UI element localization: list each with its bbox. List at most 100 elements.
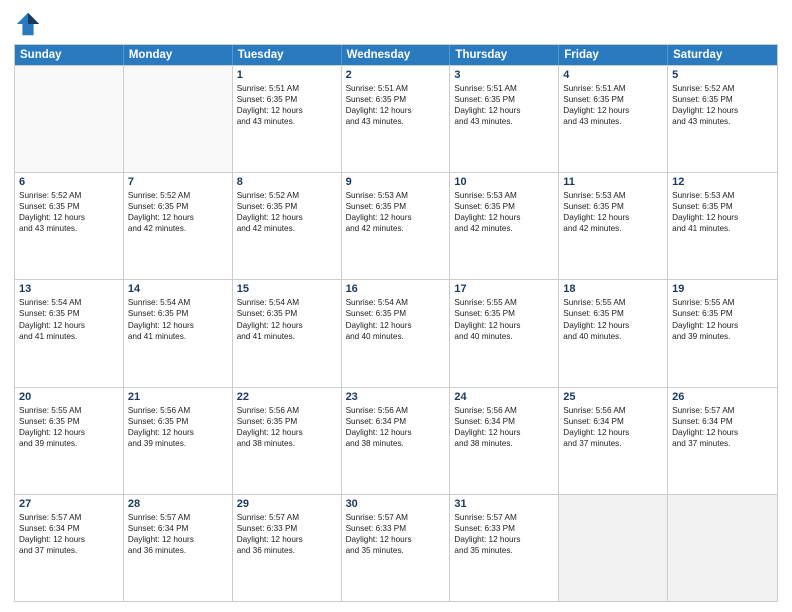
sunset-line: Sunset: 6:35 PM bbox=[563, 94, 663, 105]
cal-cell-day-10: 10Sunrise: 5:53 AMSunset: 6:35 PMDayligh… bbox=[450, 173, 559, 279]
sunrise-line: Sunrise: 5:57 AM bbox=[672, 405, 773, 416]
sunrise-line: Sunrise: 5:54 AM bbox=[346, 297, 446, 308]
sunrise-line: Sunrise: 5:53 AM bbox=[672, 190, 773, 201]
cal-cell-day-21: 21Sunrise: 5:56 AMSunset: 6:35 PMDayligh… bbox=[124, 388, 233, 494]
calendar: SundayMondayTuesdayWednesdayThursdayFrid… bbox=[14, 44, 778, 602]
daylight-line: Daylight: 12 hours bbox=[454, 105, 554, 116]
minutes-line: and 35 minutes. bbox=[454, 545, 554, 556]
day-number: 11 bbox=[563, 176, 663, 188]
sunset-line: Sunset: 6:35 PM bbox=[237, 416, 337, 427]
sunrise-line: Sunrise: 5:55 AM bbox=[672, 297, 773, 308]
cal-cell-day-12: 12Sunrise: 5:53 AMSunset: 6:35 PMDayligh… bbox=[668, 173, 777, 279]
sunrise-line: Sunrise: 5:52 AM bbox=[237, 190, 337, 201]
daylight-line: Daylight: 12 hours bbox=[237, 427, 337, 438]
minutes-line: and 41 minutes. bbox=[672, 223, 773, 234]
cal-cell-day-17: 17Sunrise: 5:55 AMSunset: 6:35 PMDayligh… bbox=[450, 280, 559, 386]
sunset-line: Sunset: 6:35 PM bbox=[563, 308, 663, 319]
day-number: 30 bbox=[346, 498, 446, 510]
minutes-line: and 35 minutes. bbox=[346, 545, 446, 556]
sunrise-line: Sunrise: 5:56 AM bbox=[454, 405, 554, 416]
cal-cell-day-30: 30Sunrise: 5:57 AMSunset: 6:33 PMDayligh… bbox=[342, 495, 451, 601]
day-number: 9 bbox=[346, 176, 446, 188]
day-number: 14 bbox=[128, 283, 228, 295]
minutes-line: and 43 minutes. bbox=[346, 116, 446, 127]
minutes-line: and 38 minutes. bbox=[454, 438, 554, 449]
sunset-line: Sunset: 6:35 PM bbox=[128, 416, 228, 427]
cal-cell-day-18: 18Sunrise: 5:55 AMSunset: 6:35 PMDayligh… bbox=[559, 280, 668, 386]
calendar-header-row: SundayMondayTuesdayWednesdayThursdayFrid… bbox=[15, 45, 777, 65]
sunrise-line: Sunrise: 5:53 AM bbox=[346, 190, 446, 201]
sunset-line: Sunset: 6:35 PM bbox=[19, 308, 119, 319]
minutes-line: and 40 minutes. bbox=[563, 331, 663, 342]
daylight-line: Daylight: 12 hours bbox=[563, 212, 663, 223]
sunset-line: Sunset: 6:35 PM bbox=[672, 308, 773, 319]
sunrise-line: Sunrise: 5:56 AM bbox=[346, 405, 446, 416]
sunrise-line: Sunrise: 5:51 AM bbox=[237, 83, 337, 94]
sunrise-line: Sunrise: 5:51 AM bbox=[563, 83, 663, 94]
cal-cell-empty bbox=[15, 66, 124, 172]
minutes-line: and 41 minutes. bbox=[19, 331, 119, 342]
daylight-line: Daylight: 12 hours bbox=[346, 534, 446, 545]
minutes-line: and 37 minutes. bbox=[672, 438, 773, 449]
day-number: 26 bbox=[672, 391, 773, 403]
cal-header-tuesday: Tuesday bbox=[233, 45, 342, 65]
sunset-line: Sunset: 6:35 PM bbox=[454, 308, 554, 319]
minutes-line: and 42 minutes. bbox=[454, 223, 554, 234]
cal-cell-day-5: 5Sunrise: 5:52 AMSunset: 6:35 PMDaylight… bbox=[668, 66, 777, 172]
sunset-line: Sunset: 6:35 PM bbox=[672, 201, 773, 212]
daylight-line: Daylight: 12 hours bbox=[237, 212, 337, 223]
cal-cell-day-9: 9Sunrise: 5:53 AMSunset: 6:35 PMDaylight… bbox=[342, 173, 451, 279]
cal-week-2: 6Sunrise: 5:52 AMSunset: 6:35 PMDaylight… bbox=[15, 172, 777, 279]
page: SundayMondayTuesdayWednesdayThursdayFrid… bbox=[0, 0, 792, 612]
sunrise-line: Sunrise: 5:56 AM bbox=[237, 405, 337, 416]
minutes-line: and 43 minutes. bbox=[237, 116, 337, 127]
cal-cell-day-4: 4Sunrise: 5:51 AMSunset: 6:35 PMDaylight… bbox=[559, 66, 668, 172]
day-number: 13 bbox=[19, 283, 119, 295]
minutes-line: and 43 minutes. bbox=[672, 116, 773, 127]
cal-cell-day-2: 2Sunrise: 5:51 AMSunset: 6:35 PMDaylight… bbox=[342, 66, 451, 172]
cal-cell-day-26: 26Sunrise: 5:57 AMSunset: 6:34 PMDayligh… bbox=[668, 388, 777, 494]
sunset-line: Sunset: 6:35 PM bbox=[346, 308, 446, 319]
cal-week-3: 13Sunrise: 5:54 AMSunset: 6:35 PMDayligh… bbox=[15, 279, 777, 386]
daylight-line: Daylight: 12 hours bbox=[128, 534, 228, 545]
daylight-line: Daylight: 12 hours bbox=[454, 427, 554, 438]
cal-cell-day-22: 22 Sunrise: 5:56 AMSunset: 6:35 PMDayligh… bbox=[233, 388, 342, 494]
sunrise-line: Sunrise: 5:56 AM bbox=[128, 405, 228, 416]
day-number: 22 bbox=[237, 391, 337, 403]
day-number: 25 bbox=[563, 391, 663, 403]
day-number: 27 bbox=[19, 498, 119, 510]
sunset-line: Sunset: 6:35 PM bbox=[237, 308, 337, 319]
header bbox=[14, 10, 778, 38]
sunset-line: Sunset: 6:35 PM bbox=[563, 201, 663, 212]
day-number: 16 bbox=[346, 283, 446, 295]
sunrise-line: Sunrise: 5:57 AM bbox=[346, 512, 446, 523]
sunset-line: Sunset: 6:35 PM bbox=[346, 94, 446, 105]
sunrise-line: Sunrise: 5:55 AM bbox=[19, 405, 119, 416]
cal-cell-day-20: 20Sunrise: 5:55 AMSunset: 6:35 PMDayligh… bbox=[15, 388, 124, 494]
daylight-line: Daylight: 12 hours bbox=[128, 212, 228, 223]
day-number: 23 bbox=[346, 391, 446, 403]
cal-header-friday: Friday bbox=[559, 45, 668, 65]
minutes-line: and 39 minutes. bbox=[19, 438, 119, 449]
minutes-line: and 43 minutes. bbox=[454, 116, 554, 127]
sunset-line: Sunset: 6:34 PM bbox=[563, 416, 663, 427]
minutes-line: and 43 minutes. bbox=[19, 223, 119, 234]
cal-cell-day-1: 1Sunrise: 5:51 AMSunset: 6:35 PMDaylight… bbox=[233, 66, 342, 172]
sunset-line: Sunset: 6:35 PM bbox=[237, 201, 337, 212]
cal-header-saturday: Saturday bbox=[668, 45, 777, 65]
daylight-line: Daylight: 12 hours bbox=[454, 534, 554, 545]
minutes-line: and 42 minutes. bbox=[128, 223, 228, 234]
minutes-line: and 36 minutes. bbox=[237, 545, 337, 556]
cal-cell-day-29: 29Sunrise: 5:57 AMSunset: 6:33 PMDayligh… bbox=[233, 495, 342, 601]
sunrise-line: Sunrise: 5:56 AM bbox=[563, 405, 663, 416]
minutes-line: and 43 minutes. bbox=[563, 116, 663, 127]
daylight-line: Daylight: 12 hours bbox=[19, 212, 119, 223]
cal-cell-day-25: 25Sunrise: 5:56 AMSunset: 6:34 PMDayligh… bbox=[559, 388, 668, 494]
logo bbox=[14, 10, 48, 38]
cal-cell-day-13: 13Sunrise: 5:54 AMSunset: 6:35 PMDayligh… bbox=[15, 280, 124, 386]
cal-cell-day-11: 11Sunrise: 5:53 AMSunset: 6:35 PMDayligh… bbox=[559, 173, 668, 279]
daylight-line: Daylight: 12 hours bbox=[346, 105, 446, 116]
day-number: 4 bbox=[563, 69, 663, 81]
cal-cell-day-16: 16Sunrise: 5:54 AMSunset: 6:35 PMDayligh… bbox=[342, 280, 451, 386]
sunrise-line: Sunrise: 5:55 AM bbox=[454, 297, 554, 308]
